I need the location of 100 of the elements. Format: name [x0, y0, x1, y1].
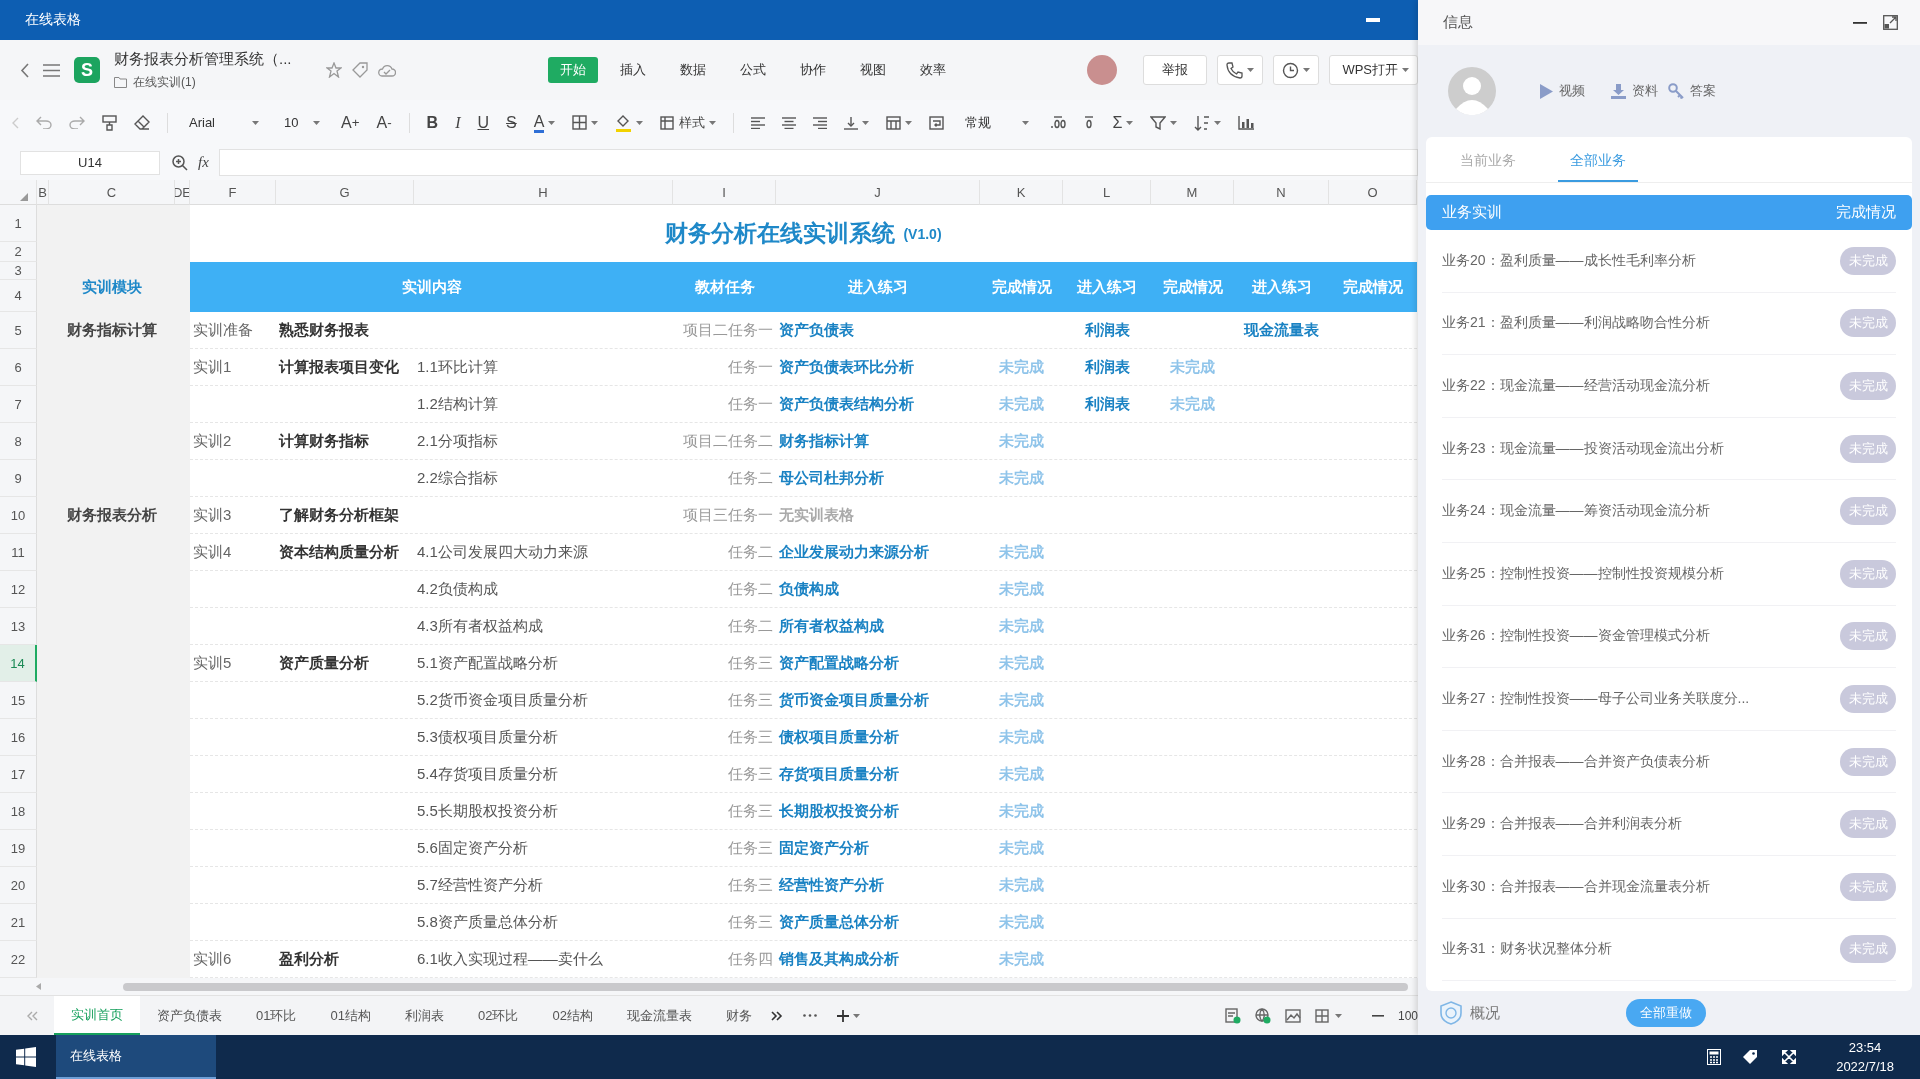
align-bottom-icon[interactable] [844, 115, 859, 130]
cloud-icon[interactable] [378, 63, 396, 77]
link[interactable]: 现金流量表 [1234, 312, 1329, 349]
caret-icon[interactable] [862, 120, 870, 125]
link[interactable]: 经营性资产分析 [776, 867, 980, 904]
underline-button[interactable]: U [477, 110, 490, 135]
strikethrough-button[interactable]: S [506, 110, 517, 135]
task-item[interactable]: 业务28：合并报表——合并资产负债表分析 [1442, 752, 1710, 771]
font-color-button[interactable]: A [533, 110, 556, 135]
link[interactable]: 存货项目质量分析 [776, 756, 980, 793]
zoom-out-icon[interactable] [1371, 1014, 1384, 1017]
link[interactable]: 长期股权投资分析 [776, 793, 980, 830]
caret-icon[interactable] [1126, 120, 1134, 125]
row-header[interactable]: 3 [0, 262, 37, 280]
row-header[interactable]: 18 [0, 793, 37, 830]
task-item[interactable]: 业务24：现金流量——筹资活动现金流分析 [1442, 502, 1710, 521]
add-icon[interactable] [836, 1009, 849, 1022]
link[interactable]: 母公司杜邦分析 [776, 460, 980, 497]
row-header[interactable]: 21 [0, 904, 37, 941]
row-header[interactable]: 19 [0, 830, 37, 867]
italic-button[interactable]: I [455, 110, 461, 135]
task-item[interactable]: 业务22：现金流量——经营活动现金流分析 [1442, 377, 1710, 395]
call-button[interactable] [1217, 55, 1264, 85]
spreadsheet-check-icon[interactable] [1224, 1007, 1241, 1024]
link[interactable]: 企业发展动力来源分析 [776, 534, 980, 571]
windows-icon[interactable] [16, 1047, 36, 1067]
cell-style-button[interactable]: 样式 [660, 110, 717, 135]
sort-icon[interactable] [1194, 114, 1211, 131]
taskbar-app[interactable]: 在线表格 [56, 1035, 216, 1079]
open-in-app-button[interactable]: WPS打开 [1329, 55, 1418, 85]
sheet-tab[interactable]: 02结构 [535, 996, 610, 1035]
caret-icon[interactable] [591, 120, 599, 125]
format-painter-icon[interactable] [102, 114, 117, 131]
link[interactable]: 固定资产分析 [776, 830, 980, 867]
calculator-icon[interactable] [1707, 1049, 1722, 1065]
sheet-tab[interactable]: 01结构 [313, 996, 388, 1035]
column-header[interactable]: N [1234, 180, 1329, 205]
double-chevron-right-icon[interactable] [770, 1010, 783, 1021]
formula-input[interactable] [218, 149, 1418, 176]
caret-icon[interactable] [1022, 120, 1030, 125]
row-header[interactable]: 22 [0, 941, 37, 978]
minimize-icon[interactable] [1853, 21, 1867, 24]
row-header[interactable]: 1 [0, 205, 37, 242]
column-header[interactable]: G [276, 180, 414, 205]
eraser-icon[interactable] [134, 115, 150, 130]
row-header[interactable]: 2 [0, 242, 37, 262]
star-icon[interactable] [326, 62, 342, 78]
fill-color-icon[interactable] [615, 113, 633, 132]
maximize-icon[interactable] [1883, 15, 1898, 30]
back-icon[interactable] [20, 62, 29, 78]
column-header[interactable]: H [414, 180, 673, 205]
font-dropdown[interactable]: Arial [185, 109, 263, 136]
row-header[interactable]: 16 [0, 719, 37, 756]
row-header[interactable]: 17 [0, 756, 37, 793]
row-header[interactable]: 12 [0, 571, 37, 608]
wrap-text-icon[interactable] [929, 115, 945, 130]
link[interactable]: 资产配置战略分析 [776, 645, 980, 682]
caret-icon[interactable] [636, 120, 644, 125]
link[interactable]: 所有者权益构成 [776, 608, 980, 645]
link[interactable]: 资产负债表结构分析 [776, 386, 980, 423]
align-center-icon[interactable] [782, 116, 797, 129]
link[interactable]: 财务指标计算 [776, 423, 980, 460]
link[interactable]: 债权项目质量分析 [776, 719, 980, 756]
scrollbar[interactable] [123, 982, 1408, 991]
merge-cells-icon[interactable] [886, 115, 902, 130]
align-left-icon[interactable] [751, 116, 766, 129]
task-item[interactable]: 业务30：合并报表——合并现金流量表分析 [1442, 877, 1710, 896]
font-size-dropdown[interactable]: 10 [280, 109, 324, 136]
sheet-tab[interactable]: 实训首页 [54, 996, 140, 1035]
materials-link[interactable]: 资料 [1611, 82, 1658, 100]
column-header[interactable]: J [776, 180, 980, 205]
link[interactable]: 资产负债表 [776, 312, 980, 349]
globe-check-icon[interactable] [1254, 1007, 1271, 1024]
caret-icon[interactable] [252, 120, 259, 125]
borders-icon[interactable] [572, 115, 588, 130]
caret-icon[interactable] [852, 1013, 860, 1018]
increase-decimal-icon[interactable] [1050, 115, 1067, 130]
caret-icon[interactable] [313, 120, 320, 125]
magnifier-icon[interactable] [172, 154, 188, 171]
column-header[interactable]: O [1329, 180, 1417, 205]
row-header[interactable]: 20 [0, 867, 37, 904]
report-button[interactable]: 举报 [1143, 55, 1208, 85]
sheet-tab[interactable]: 资产负债表 [140, 996, 239, 1035]
link[interactable]: 资产质量总体分析 [776, 904, 980, 941]
menu-icon[interactable] [43, 63, 60, 77]
caret-icon[interactable] [1402, 68, 1409, 72]
caret-icon[interactable] [709, 120, 717, 125]
link[interactable]: 销售及其构成分析 [776, 941, 980, 978]
caret-icon[interactable] [905, 120, 913, 125]
sheet-tab[interactable]: 财务 [708, 996, 769, 1035]
caret-icon[interactable] [1334, 1013, 1342, 1018]
sheet-tab[interactable]: 现金流量表 [609, 996, 709, 1035]
caret-icon[interactable] [548, 120, 556, 125]
link[interactable]: 资产负债表环比分析 [776, 349, 980, 386]
column-header[interactable]: K [980, 180, 1063, 205]
link[interactable]: 利润表 [1063, 386, 1151, 423]
caret-icon[interactable] [1247, 68, 1255, 72]
row-header[interactable]: 6 [0, 349, 37, 386]
column-header[interactable]: B [37, 180, 49, 205]
menu-tab[interactable]: 数据 [668, 57, 718, 83]
